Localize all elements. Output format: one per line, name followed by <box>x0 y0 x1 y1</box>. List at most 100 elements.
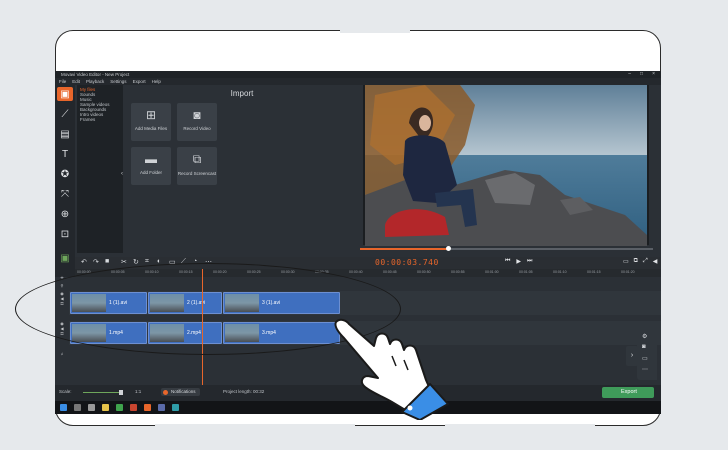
delete-icon[interactable]: ■ <box>105 258 109 265</box>
record-audio-button[interactable]: ▣ <box>57 251 73 265</box>
ruler-tick: 00:00:30 <box>281 270 295 274</box>
timeline-clip[interactable]: 3.mp4 <box>223 322 340 344</box>
minimize-button[interactable]: – <box>628 71 631 78</box>
progress-knob[interactable] <box>445 246 451 251</box>
menu-help[interactable]: Help <box>152 78 161 85</box>
more-edit-icon[interactable]: ⋯ <box>205 258 212 266</box>
timeline-clip[interactable]: 1 (1).avi <box>70 292 147 314</box>
fullscreen-icon[interactable]: ⤢ <box>643 258 648 265</box>
import-tool-button[interactable]: ▣ <box>57 87 73 101</box>
pointing-hand-icon <box>334 318 449 420</box>
playback-progress[interactable] <box>360 246 653 251</box>
export-button[interactable]: Export <box>602 387 654 398</box>
split-icon[interactable]: ✂ <box>121 258 127 266</box>
play-icon[interactable]: ▶ <box>516 258 521 265</box>
volume-icon[interactable]: ◀ <box>653 258 658 265</box>
timeline-clip[interactable]: 3 (1).avi <box>223 292 340 314</box>
search-icon[interactable] <box>74 404 81 411</box>
more-icon: ⊡ <box>60 228 70 240</box>
more-tools-button[interactable]: ⊡ <box>57 227 73 241</box>
task-view-icon[interactable] <box>88 404 95 411</box>
category-item[interactable]: Frames <box>80 117 120 122</box>
timeline-clip[interactable]: 2 (1).avi <box>148 292 222 314</box>
tool-sidebar: ▣ ⟋ ▤ T ✪ ⤧ ⊕ ⊡ ▣ <box>55 85 75 281</box>
maximize-button[interactable]: □ <box>640 71 643 78</box>
stickers-tool-button[interactable]: ✪ <box>57 167 73 181</box>
transitions-tool-button[interactable]: ▤ <box>57 127 73 141</box>
link-track-control[interactable]: ⚲ <box>55 283 69 288</box>
lock-icon[interactable]: ⚿ <box>55 301 69 306</box>
ruler-tick: 00:01:05 <box>519 270 533 274</box>
record-video-button[interactable]: ◙ Record Video <box>177 103 217 141</box>
next-frame-icon[interactable]: ⏭ <box>527 258 532 265</box>
ruler-tick: 00:00:25 <box>247 270 261 274</box>
zoom-tool-button[interactable]: ⊕ <box>57 207 73 221</box>
camera-icon: ◙ <box>193 108 201 122</box>
scale-slider[interactable] <box>83 392 123 393</box>
frame-gap <box>155 424 355 428</box>
time-ruler[interactable]: 00:00:00 00:00:05 00:00:10 00:00:15 00:00:20… <box>75 269 661 277</box>
ruler-tick: 00:00:20 <box>213 270 227 274</box>
add-media-files-button[interactable]: ⊞ Add Media Files <box>131 103 171 141</box>
tile-label: Record Video <box>183 126 211 131</box>
wizard-icon[interactable]: ⟋ <box>181 258 186 266</box>
settings-icon[interactable]: ⚙ <box>642 333 647 340</box>
tile-label: Add Media Files <box>134 126 168 131</box>
menu-export[interactable]: Export <box>133 78 146 85</box>
lock-icon[interactable]: ⚿ <box>55 331 69 336</box>
menu-file[interactable]: File <box>59 78 66 85</box>
app-icon[interactable] <box>144 404 151 411</box>
add-media-icon: ⊞ <box>145 108 157 122</box>
video-preview[interactable] <box>363 85 649 246</box>
timeline-clip[interactable]: 1.mp4 <box>70 322 147 344</box>
ruler-tick: 00:00:10 <box>145 270 159 274</box>
titles-tool-button[interactable]: T <box>57 147 73 161</box>
add-track-control[interactable]: + <box>55 276 69 282</box>
start-icon[interactable] <box>60 404 67 411</box>
redo-icon[interactable]: ↷ <box>93 258 99 266</box>
clip-label: 2.mp4 <box>187 330 201 336</box>
ruler-tick: 00:00:05 <box>111 270 125 274</box>
app-icon[interactable] <box>130 404 137 411</box>
menu-edit[interactable]: Edit <box>72 78 80 85</box>
audio-properties-icon[interactable]: ◔ <box>193 258 197 265</box>
app-icon[interactable] <box>158 404 165 411</box>
crop-icon[interactable]: ⌗ <box>145 258 149 266</box>
external-window-icon[interactable]: ⧉ <box>634 258 638 265</box>
aspect-ratio-icon[interactable]: ▭ <box>623 258 629 265</box>
import-panel: Import ⊞ Add Media Files ◙ Record Video … <box>123 85 361 253</box>
record-screencast-button[interactable]: ⧉ Record Screencast <box>177 147 217 185</box>
music-track-control[interactable]: ♫ <box>55 351 69 356</box>
previous-frame-icon[interactable]: ⏮ <box>505 258 510 265</box>
menu-settings[interactable]: Settings <box>110 78 126 85</box>
add-folder-button[interactable]: ▬ Add Folder <box>131 147 171 185</box>
clip-label: 1 (1).avi <box>109 300 128 306</box>
undo-icon[interactable]: ↶ <box>81 258 87 266</box>
scale-label: Scale: <box>59 389 72 394</box>
notifications-button[interactable]: Notifications <box>161 388 200 396</box>
callouts-tool-button[interactable]: ⤧ <box>57 187 73 201</box>
monitor-icon[interactable]: ▭ <box>642 355 648 362</box>
progress-fill <box>360 248 448 250</box>
filters-tool-button[interactable]: ⟋ <box>57 107 73 121</box>
notifications-label: Notifications <box>171 389 196 394</box>
floating-tool-panel: ⚙ ◙ ▭ ⋯ <box>637 330 657 380</box>
close-button[interactable]: × <box>652 71 655 78</box>
video-track-controls: ◉ ◀ ⚿ <box>55 321 69 336</box>
more-icon[interactable]: ⋯ <box>642 366 648 373</box>
callout-icon: ⤧ <box>61 188 69 200</box>
snapshot-icon[interactable]: ◙ <box>642 344 646 350</box>
timeline-clip[interactable]: 2.mp4 <box>148 322 222 344</box>
clip-properties-icon[interactable]: ▭ <box>169 258 176 266</box>
clip-thumbnail <box>72 294 106 312</box>
rotate-icon[interactable]: ↻ <box>133 258 139 266</box>
ruler-tick: 00:01:15 <box>587 270 601 274</box>
menu-playback[interactable]: Playback <box>86 78 104 85</box>
color-icon[interactable]: ◐ <box>157 258 161 265</box>
folder-icon[interactable] <box>102 404 109 411</box>
folder-icon: ▬ <box>145 152 157 166</box>
text-icon: T <box>61 148 69 160</box>
app-icon[interactable] <box>172 404 179 411</box>
scale-slider-knob[interactable] <box>119 390 123 395</box>
browser-icon[interactable] <box>116 404 123 411</box>
